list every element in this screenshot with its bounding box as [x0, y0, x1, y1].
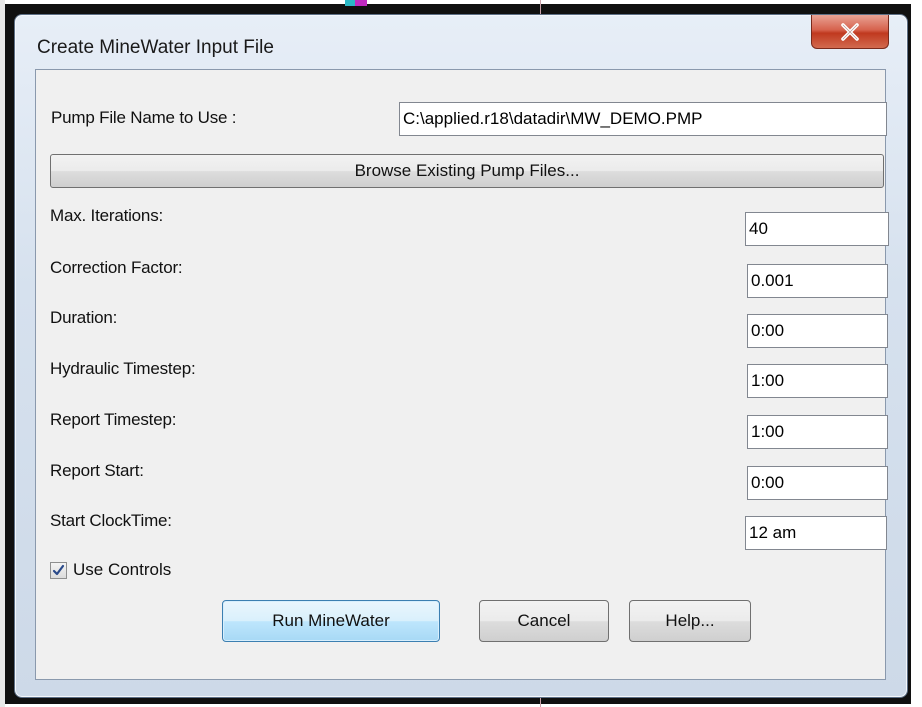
- correction-factor-label: Correction Factor:: [50, 258, 183, 277]
- report-timestep-input[interactable]: 1:00: [747, 415, 888, 449]
- dialog-title: Create MineWater Input File: [37, 37, 274, 58]
- create-minewater-dialog: Create MineWater Input File Pump File Na…: [14, 14, 908, 698]
- use-controls-label: Use Controls: [73, 560, 172, 579]
- run-minewater-button[interactable]: Run MineWater: [222, 600, 440, 642]
- hydraulic-timestep-label: Hydraulic Timestep:: [50, 359, 196, 378]
- correction-factor-input[interactable]: 0.001: [747, 264, 888, 298]
- start-clocktime-input[interactable]: 12 am: [745, 516, 887, 550]
- max-iterations-input[interactable]: 40: [745, 212, 889, 246]
- duration-input[interactable]: 0:00: [747, 314, 888, 348]
- pump-file-input[interactable]: C:\applied.r18\datadir\MW_DEMO.PMP: [399, 102, 887, 136]
- close-x-icon: [841, 22, 859, 41]
- pump-file-label: Pump File Name to Use :: [51, 108, 237, 127]
- background-edge: [0, 0, 5, 707]
- browse-pump-files-button[interactable]: Browse Existing Pump Files...: [50, 154, 884, 188]
- use-controls-row[interactable]: Use Controls: [50, 558, 171, 582]
- cancel-button[interactable]: Cancel: [479, 600, 609, 642]
- start-clocktime-label: Start ClockTime:: [50, 511, 172, 530]
- hydraulic-timestep-input[interactable]: 1:00: [747, 364, 888, 398]
- help-button[interactable]: Help...: [629, 600, 751, 642]
- close-button[interactable]: [811, 15, 889, 49]
- title-bar[interactable]: Create MineWater Input File: [15, 15, 907, 63]
- report-start-label: Report Start:: [50, 461, 144, 480]
- checkmark-icon: [52, 564, 65, 575]
- report-start-input[interactable]: 0:00: [747, 466, 888, 500]
- report-timestep-label: Report Timestep:: [50, 410, 177, 429]
- use-controls-checkbox[interactable]: [50, 561, 67, 579]
- duration-label: Duration:: [50, 308, 118, 327]
- dialog-client-area: Pump File Name to Use : C:\applied.r18\d…: [35, 69, 889, 680]
- max-iterations-label: Max. Iterations:: [50, 206, 164, 225]
- background-mark: [345, 0, 367, 6]
